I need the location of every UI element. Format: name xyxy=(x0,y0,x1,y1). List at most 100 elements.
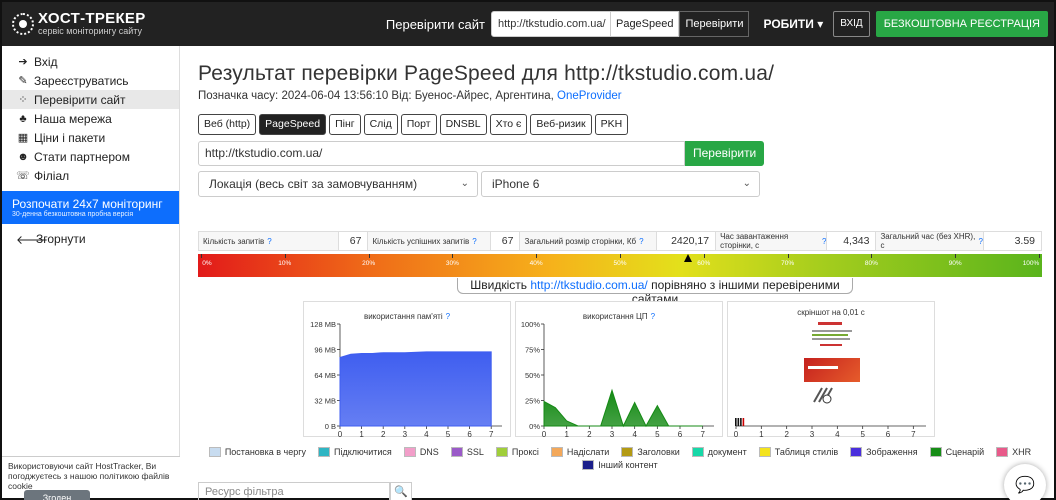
legend-item[interactable]: Зображення xyxy=(850,447,918,457)
sidebar-item-register[interactable]: ✎ Зареєструватись xyxy=(2,71,179,90)
x-tick-label: 0 xyxy=(734,430,739,438)
gauge-tick xyxy=(452,254,454,258)
chat-icon: 💬 xyxy=(1015,477,1035,494)
screenshot-bar xyxy=(742,418,745,426)
logo[interactable]: ХОСТ-ТРЕКЕР сервіс моніторингу сайту xyxy=(12,10,146,36)
gauge-tick xyxy=(1039,254,1040,258)
legend-item[interactable]: Постановка в чергу xyxy=(208,447,306,457)
legend-swatch xyxy=(758,447,771,457)
y-tick-label: 64 MB xyxy=(314,371,336,380)
x-tick-label: 2 xyxy=(381,430,386,438)
legend-label: Заголовки xyxy=(637,447,680,457)
x-tick-label: 3 xyxy=(403,430,408,438)
provider-link[interactable]: OneProvider xyxy=(557,90,622,102)
screenshot-timeline: 0 1 2 3 4 5 6 7 xyxy=(734,418,926,438)
device-select[interactable]: iPhone 6 ⌄ xyxy=(481,171,760,197)
collapse-sidebar-button[interactable]: 🡐 Згорнути xyxy=(2,228,179,250)
x-tick-label: 1 xyxy=(564,430,569,438)
legend-item[interactable]: XHR xyxy=(996,447,1031,457)
legend-item[interactable]: Інший контент xyxy=(582,460,658,470)
legend-item[interactable]: Надіслати xyxy=(550,447,609,457)
nav-login-button[interactable]: ВХІД xyxy=(833,11,870,37)
gauge-tick-label: 40% xyxy=(529,260,543,267)
edit-icon: ✎ xyxy=(18,75,28,87)
nav-menu-dropdown[interactable]: РОБИТИ ▾ xyxy=(763,17,823,31)
tab-ping[interactable]: Пінг xyxy=(329,114,361,135)
users-icon: ☻ xyxy=(17,150,29,163)
legend-item[interactable]: DNS xyxy=(403,447,439,457)
sidebar-item-pricing[interactable]: ▦ Ціни і пакети xyxy=(2,128,179,147)
sidebar-item-network[interactable]: ♣ Наша мережа xyxy=(2,109,179,128)
memory-usage-panel: використання пам'яті? 012345670 B 32 MB 64… xyxy=(303,301,511,438)
tab-web-http[interactable]: Веб (http) xyxy=(198,114,257,135)
x-tick-label: 6 xyxy=(467,430,472,438)
stat-successful-requests: Кількість успішних запитів? xyxy=(372,236,477,246)
legend-swatch xyxy=(450,447,463,457)
sidebar-item-login[interactable]: ➔ Вхід xyxy=(2,52,179,71)
gauge-tick xyxy=(620,254,621,258)
compare-url-link[interactable]: http://tkstudio.com.ua/ xyxy=(530,278,647,292)
y-tick-label: 0 B xyxy=(325,422,336,431)
nav-url-input[interactable]: http://tkstudio.com.ua/ xyxy=(490,11,611,37)
resource-filter-input[interactable]: Ресурс фільтра xyxy=(198,482,390,500)
search-icon: 🔍 xyxy=(394,486,408,498)
speed-gauge-marker xyxy=(683,254,692,262)
nav-check-button[interactable]: Перевірити xyxy=(679,11,750,37)
x-tick-label: 3 xyxy=(610,430,615,438)
check-type-tabs: Веб (http) PageSpeed Пінг Слід Порт DNSB… xyxy=(198,114,1042,135)
legend-swatch xyxy=(996,447,1009,457)
legend-item[interactable]: документ xyxy=(691,447,747,457)
x-tick-label: 5 xyxy=(655,430,660,438)
sidebar-item-check-site[interactable]: ⁘ Перевірити сайт xyxy=(2,90,179,109)
legend-label: DNS xyxy=(419,447,439,457)
help-icon[interactable]: ? xyxy=(267,237,271,246)
legend-label: Постановка в чергу xyxy=(224,447,306,457)
nav-pagespeed-button[interactable]: PageSpeed xyxy=(610,11,680,37)
chevron-down-icon: ⌄ xyxy=(460,178,469,189)
sidebar-item-affiliate[interactable]: ☏ Філіал xyxy=(2,166,179,185)
legend-item[interactable]: SSL xyxy=(450,447,484,457)
legend-item[interactable]: Проксі xyxy=(495,447,539,457)
sidebar-item-partner[interactable]: ☻ Стати партнером xyxy=(2,147,179,166)
tab-whois[interactable]: Хто є xyxy=(489,114,528,135)
screenshot-panel: скріншот на 0,01 с 01234567 xyxy=(727,301,935,438)
y-tick-label: 50% xyxy=(525,371,540,380)
search-button[interactable]: 🔍 xyxy=(390,482,412,500)
nav-register-button[interactable]: БЕЗКОШТОВНА РЕЄСТРАЦІЯ xyxy=(875,11,1048,37)
location-select[interactable]: Локація (весь світ за замовчуванням) ⌄ xyxy=(198,171,478,197)
legend-swatch xyxy=(495,447,508,457)
stat-requests: Кількість запитів? xyxy=(203,236,272,246)
help-icon[interactable]: ? xyxy=(472,237,476,246)
caret-down-icon: ▾ xyxy=(817,17,824,31)
legend-item[interactable]: Підключитися xyxy=(318,447,392,457)
check-button[interactable]: Перевірити xyxy=(685,141,765,166)
tab-web-risk[interactable]: Веб-ризик xyxy=(530,114,592,135)
chevron-down-icon: ⌄ xyxy=(742,178,751,189)
stat-requests-value: 67 xyxy=(338,232,369,250)
gauge-tick-label: 20% xyxy=(362,260,376,267)
legend-item[interactable]: Таблиця стилів xyxy=(758,447,838,457)
legend-swatch xyxy=(929,447,942,457)
url-input[interactable]: http://tkstudio.com.ua/ xyxy=(198,141,685,166)
tab-dnsbl[interactable]: DNSBL xyxy=(439,114,487,135)
tab-port[interactable]: Порт xyxy=(400,114,437,135)
logo-title: ХОСТ-ТРЕКЕР xyxy=(38,10,146,27)
speed-gauge: 0% 10% 20% 30% 40% 50% 60% 70% 80% 90% 100% xyxy=(198,254,1042,277)
help-icon[interactable]: ? xyxy=(639,237,643,246)
tab-trace[interactable]: Слід xyxy=(363,114,398,135)
y-tick-label: 128 MB xyxy=(310,320,336,329)
chat-button[interactable]: 💬 xyxy=(1004,464,1046,500)
cookie-accept-button[interactable]: Згоден xyxy=(24,490,90,500)
legend-item[interactable]: Заголовки xyxy=(621,447,680,457)
legend-item[interactable]: Сценарій xyxy=(929,447,984,457)
x-tick-label: 7 xyxy=(911,430,916,438)
legend-label: документ xyxy=(707,447,747,457)
tab-pkh[interactable]: PKH xyxy=(594,114,629,135)
legend-label: Проксі xyxy=(511,447,539,457)
network-icon: ♣ xyxy=(19,112,27,125)
gauge-tick-label: 70% xyxy=(781,260,795,267)
start-monitoring-promo[interactable]: Розпочати 24x7 моніторинг 30-денна безко… xyxy=(2,191,179,224)
tab-pagespeed[interactable]: PageSpeed xyxy=(259,114,327,135)
y-tick-label: 100% xyxy=(521,320,541,329)
promo-subtitle: 30-денна безкоштовна пробна версія xyxy=(12,211,134,218)
